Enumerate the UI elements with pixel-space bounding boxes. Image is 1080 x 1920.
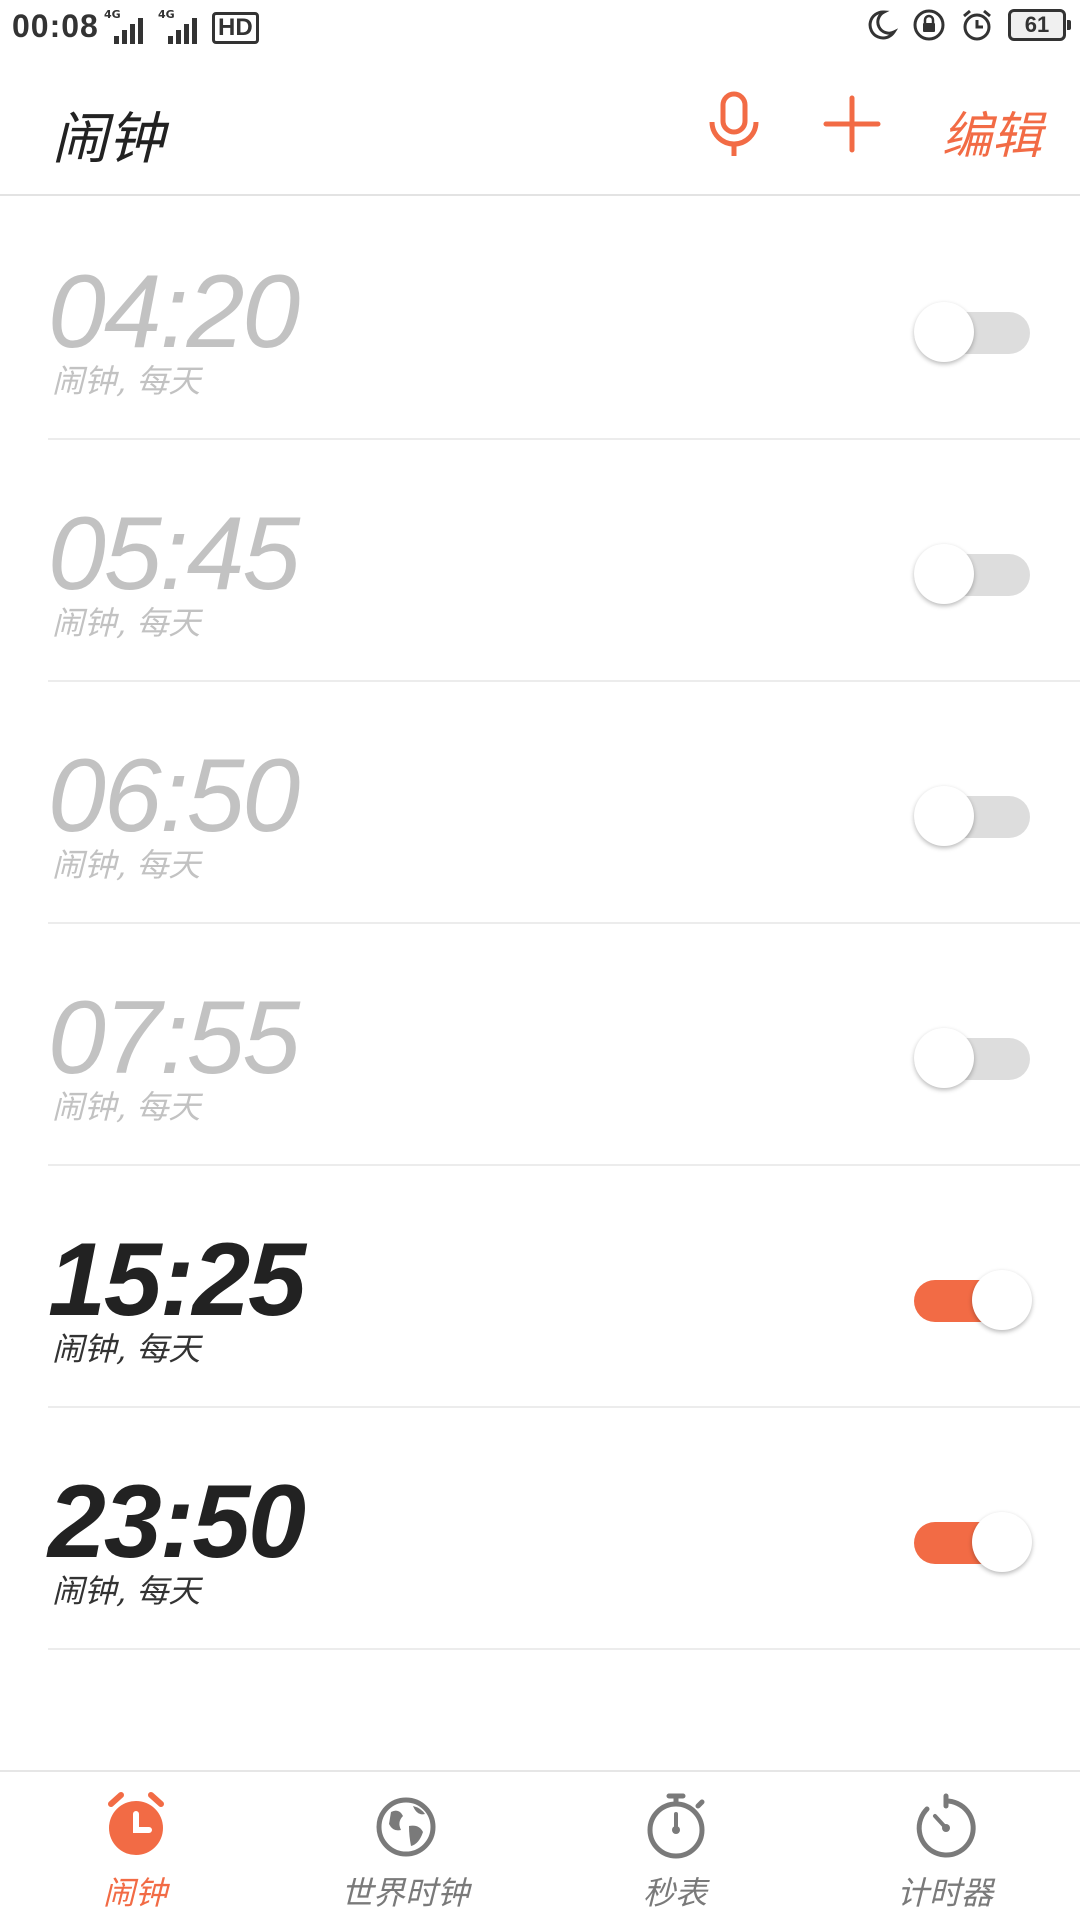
alarm-clock-icon bbox=[963, 9, 991, 41]
alarm-time: 04:20 bbox=[48, 254, 300, 370]
alarm-time: 15:25 bbox=[48, 1222, 306, 1338]
tab-timer[interactable]: 计时器 bbox=[810, 1772, 1080, 1920]
tab-stopwatch[interactable]: 秒表 bbox=[540, 1772, 810, 1920]
alarm-time: 23:50 bbox=[48, 1464, 306, 1580]
alarm-subtitle: 闹钟, 每天 bbox=[52, 1572, 201, 1610]
alarm-time: 05:45 bbox=[48, 496, 300, 612]
alarm-subtitle: 闹钟, 每天 bbox=[52, 362, 201, 400]
alarm-toggle[interactable] bbox=[914, 1264, 1034, 1330]
alarm-time: 06:50 bbox=[48, 738, 300, 854]
alarm-subtitle: 闹钟, 每天 bbox=[52, 846, 201, 884]
tab-world-clock[interactable]: 世界时钟 bbox=[270, 1772, 540, 1920]
tab-label: 计时器 bbox=[896, 1874, 993, 1912]
timer-icon bbox=[916, 1793, 976, 1858]
edit-button[interactable]: 编辑 bbox=[942, 96, 1042, 168]
alarm-subtitle: 闹钟, 每天 bbox=[52, 1330, 201, 1368]
alarm-subtitle: 闹钟, 每天 bbox=[52, 604, 201, 642]
page-title: 闹钟 bbox=[52, 107, 164, 172]
alarm-row[interactable]: 15:25 闹钟, 每天 bbox=[48, 1166, 1080, 1408]
status-left-icons: 4G 4G HD bbox=[104, 8, 259, 44]
alarm-row[interactable]: 05:45 闹钟, 每天 bbox=[48, 440, 1080, 682]
alarm-time: 07:55 bbox=[48, 980, 300, 1096]
alarm-toggle[interactable] bbox=[914, 1022, 1034, 1088]
signal-icon: 4G bbox=[104, 8, 148, 44]
plus-icon[interactable] bbox=[820, 92, 884, 156]
tab-label: 闹钟 bbox=[102, 1874, 167, 1912]
alarm-subtitle: 闹钟, 每天 bbox=[52, 1088, 201, 1126]
alarm-row[interactable]: 04:20 闹钟, 每天 bbox=[48, 198, 1080, 440]
alarm-row[interactable]: 07:55 闹钟, 每天 bbox=[48, 924, 1080, 1166]
signal-icon-2: 4G bbox=[158, 8, 202, 44]
app-header: 闹钟 编辑 bbox=[0, 56, 1080, 196]
alarm-toggle[interactable] bbox=[914, 1506, 1034, 1572]
stopwatch-icon bbox=[647, 1793, 705, 1859]
tab-label: 秒表 bbox=[642, 1874, 707, 1912]
alarm-clock-icon bbox=[108, 1792, 164, 1855]
globe-icon bbox=[376, 1797, 436, 1857]
hd-voice-icon: HD bbox=[212, 12, 259, 44]
tab-label: 世界时钟 bbox=[340, 1874, 469, 1912]
alarm-toggle[interactable] bbox=[914, 538, 1034, 604]
alarm-list: 04:20 闹钟, 每天 05:45 闹钟, 每天 06:50 闹钟, 每天 0… bbox=[0, 198, 1080, 1650]
status-right-icons: 61 bbox=[864, 8, 1071, 42]
alarm-toggle[interactable] bbox=[914, 296, 1034, 362]
bottom-tab-bar: 闹钟 世界时钟 秒表 计时器 bbox=[0, 1770, 1080, 1920]
alarm-row[interactable]: 06:50 闹钟, 每天 bbox=[48, 682, 1080, 924]
battery-indicator: 61 bbox=[1008, 9, 1071, 41]
alarm-toggle[interactable] bbox=[914, 780, 1034, 846]
microphone-icon[interactable] bbox=[702, 90, 766, 160]
alarm-row[interactable]: 23:50 闹钟, 每天 bbox=[48, 1408, 1080, 1650]
moon-icon bbox=[868, 10, 898, 40]
status-bar: 00:08 4G 4G HD 61 bbox=[0, 0, 1080, 56]
rotation-lock-icon bbox=[913, 9, 945, 41]
status-time: 00:08 bbox=[12, 8, 99, 44]
tab-alarm[interactable]: 闹钟 bbox=[0, 1772, 270, 1920]
